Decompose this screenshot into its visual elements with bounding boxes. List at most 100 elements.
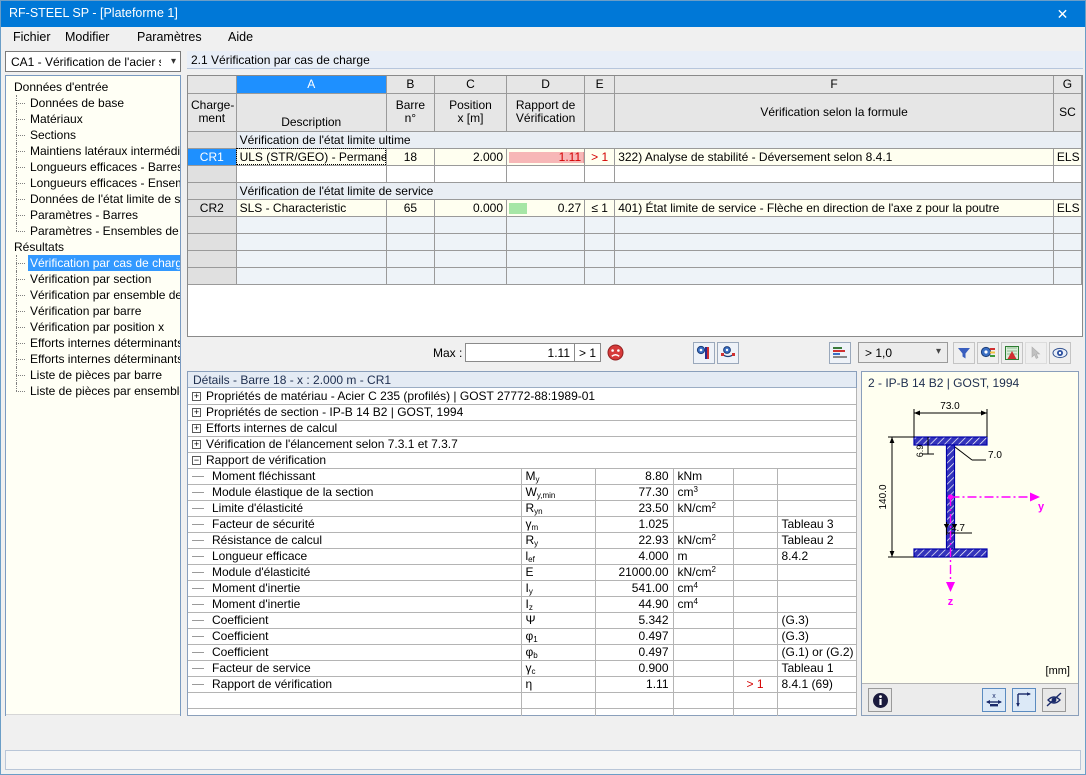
cell-formule[interactable]: 322) Analyse de stabilité - Déversement …: [614, 148, 1054, 166]
expander-icon[interactable]: +: [192, 424, 201, 434]
sidebar-item-14[interactable]: Vérification par barre: [6, 303, 180, 319]
sidebar-item-7[interactable]: Données de l'état limite de service: [6, 191, 180, 207]
sidebar-item-2[interactable]: Matériaux: [6, 111, 180, 127]
sidebar-item-19[interactable]: Liste de pièces par ensemble de barres: [6, 383, 180, 399]
expander-icon[interactable]: −: [192, 456, 201, 466]
details-group-label[interactable]: + Propriétés de matériau - Acier C 235 (p…: [188, 388, 857, 405]
sidebar-item-15[interactable]: Vérification par position x: [6, 319, 180, 335]
table-row[interactable]: CR1 ULS (STR/GEO) - Permanent 18 2.000 1.11 >…: [188, 148, 1082, 166]
header-description: Description: [236, 93, 387, 132]
sidebar-item-17[interactable]: Efforts internes déterminants par ensemb…: [6, 351, 180, 367]
menu-item-aide[interactable]: Aide: [226, 30, 255, 44]
details-group-label[interactable]: + Vérification de l'élancement selon 7.3.…: [188, 436, 857, 453]
column-letter-rowhdr[interactable]: [188, 76, 237, 94]
column-letter-F[interactable]: F: [614, 76, 1054, 94]
menu-item-fichier[interactable]: Fichier: [11, 30, 53, 44]
column-letter-C[interactable]: C: [434, 76, 508, 94]
details-row-unit: kN/cm2: [673, 500, 734, 517]
table-row[interactable]: CR2 SLS - Characteristic 65 0.000 0.27 ≤ 1 401…: [188, 199, 1082, 217]
details-row-value: 0.497: [595, 628, 674, 645]
cross-section-title: 2 - IP-B 14 B2 | GOST, 1994: [868, 376, 1020, 390]
sidebar-item-5[interactable]: Longueurs efficaces - Barres: [6, 159, 180, 175]
row-id[interactable]: CR1: [188, 148, 237, 166]
sidebar-item-3[interactable]: Sections: [6, 127, 180, 143]
table-letter-row: ABCDEFG: [188, 76, 1082, 94]
cell-description[interactable]: ULS (STR/GEO) - Permanent: [236, 148, 387, 166]
menu-item-parametres[interactable]: Paramètres: [135, 30, 204, 44]
visibility-eye-icon[interactable]: [1049, 342, 1071, 364]
cell-ratio[interactable]: 0.27: [506, 199, 586, 217]
sidebar-item-0[interactable]: Données d'entrée: [6, 79, 180, 95]
cell-sc[interactable]: ELS: [1053, 148, 1082, 166]
details-row-value: 44.90: [595, 596, 674, 613]
sidebar-item-18[interactable]: Liste de pièces par barre: [6, 367, 180, 383]
sidebar-item-11[interactable]: Vérification par cas de charge: [6, 255, 180, 271]
details-group-row[interactable]: + Vérification de l'élancement selon 7.3.…: [188, 436, 857, 453]
sidebar-item-16[interactable]: Efforts internes déterminants par barre: [6, 335, 180, 351]
cell-barre[interactable]: 18: [386, 148, 435, 166]
expander-icon[interactable]: +: [192, 392, 201, 402]
details-row-value: 1.025: [595, 516, 674, 533]
info-icon[interactable]: [868, 688, 892, 712]
cell-formule[interactable]: 401) État limite de service - Flèche en …: [614, 199, 1054, 217]
filter-icon[interactable]: [953, 342, 975, 364]
details-group-label[interactable]: + Propriétés de section - IP-B 14 B2 | GO…: [188, 404, 857, 421]
row-id[interactable]: CR2: [188, 199, 237, 217]
column-letter-D[interactable]: D: [506, 76, 586, 94]
select-pointer-icon[interactable]: [1025, 342, 1047, 364]
max-value-field[interactable]: 1.11: [465, 343, 575, 362]
results-table[interactable]: A B C D E F G Charge-ment Description Barre n° Posi…: [187, 75, 1083, 337]
column-letter-B[interactable]: B: [386, 76, 435, 94]
column-letter-A[interactable]: A: [236, 76, 387, 94]
cross-section-drawing[interactable]: 73.0 140.0 6.9 7.0 4.7 y z: [862, 392, 1078, 657]
sidebar-item-12[interactable]: Vérification par section: [6, 271, 180, 287]
color-scale-icon[interactable]: [977, 342, 999, 364]
svg-text:6.9: 6.9: [915, 445, 925, 458]
details-row-value: 21000.00: [595, 564, 674, 581]
sidebar-item-8[interactable]: Paramètres - Barres: [6, 207, 180, 223]
cell-position[interactable]: 2.000: [434, 148, 508, 166]
case-selector-value: CA1 - Vérification de l'acier selo: [11, 55, 161, 69]
column-letter-E[interactable]: E: [584, 76, 616, 94]
details-row-unit: [673, 676, 734, 693]
cell-description[interactable]: SLS - Characteristic: [236, 199, 387, 217]
details-row-label: Coefficient: [188, 628, 522, 645]
cell-sc[interactable]: ELS: [1053, 199, 1082, 217]
details-group-row[interactable]: − Rapport de vérification: [188, 452, 857, 469]
details-group-row[interactable]: + Propriétés de matériau - Acier C 235 (p…: [188, 388, 857, 405]
details-row-reference: [777, 484, 857, 501]
sidebar-item-10[interactable]: Résultats: [6, 239, 180, 255]
navigation-tree[interactable]: Données d'entrée Données de base Matériaux…: [5, 75, 181, 732]
details-group-label[interactable]: + Efforts internes de calcul: [188, 420, 857, 437]
result-navigator-icon[interactable]: [717, 342, 739, 364]
details-row-label: Limite d'élasticité: [188, 500, 522, 517]
cell-position[interactable]: 0.000: [434, 199, 508, 217]
cell-ratio[interactable]: 1.11: [506, 148, 586, 166]
sidebar-item-9[interactable]: Paramètres - Ensembles de barres: [6, 223, 180, 239]
sidebar-item-1[interactable]: Données de base: [6, 95, 180, 111]
details-row-label: Facteur de sécurité: [188, 516, 522, 533]
sidebar-item-4[interactable]: Maintiens latéraux intermédiaires: [6, 143, 180, 159]
hatch-off-icon[interactable]: [1042, 688, 1066, 712]
details-row-unit: cm4: [673, 580, 734, 597]
excel-export-icon[interactable]: [1001, 342, 1023, 364]
details-row-label: Rapport de vérification: [188, 676, 522, 693]
table-view-icon[interactable]: [829, 342, 851, 364]
dimensions-x-icon[interactable]: x: [982, 688, 1006, 712]
close-icon[interactable]: ✕: [1040, 1, 1085, 27]
filter-threshold-combo[interactable]: > 1,0 ▾: [858, 342, 948, 363]
axes-icon[interactable]: [1012, 688, 1036, 712]
details-group-row[interactable]: + Efforts internes de calcul: [188, 420, 857, 437]
details-group-label[interactable]: − Rapport de vérification: [188, 452, 857, 469]
details-group-row[interactable]: + Propriétés de section - IP-B 14 B2 | GO…: [188, 404, 857, 421]
expander-icon[interactable]: +: [192, 408, 201, 418]
details-row-reference: Tableau 1: [777, 660, 857, 677]
sidebar-item-6[interactable]: Longueurs efficaces - Ensembles: [6, 175, 180, 191]
sidebar-item-13[interactable]: Vérification par ensemble de barres: [6, 287, 180, 303]
menu-item-modifier[interactable]: Modifier: [63, 30, 111, 44]
pin-result-icon[interactable]: [693, 342, 715, 364]
column-letter-G[interactable]: G: [1053, 76, 1082, 94]
case-selector-combo[interactable]: CA1 - Vérification de l'acier selo ▾: [5, 51, 181, 72]
cell-barre[interactable]: 65: [386, 199, 435, 217]
expander-icon[interactable]: +: [192, 440, 201, 450]
